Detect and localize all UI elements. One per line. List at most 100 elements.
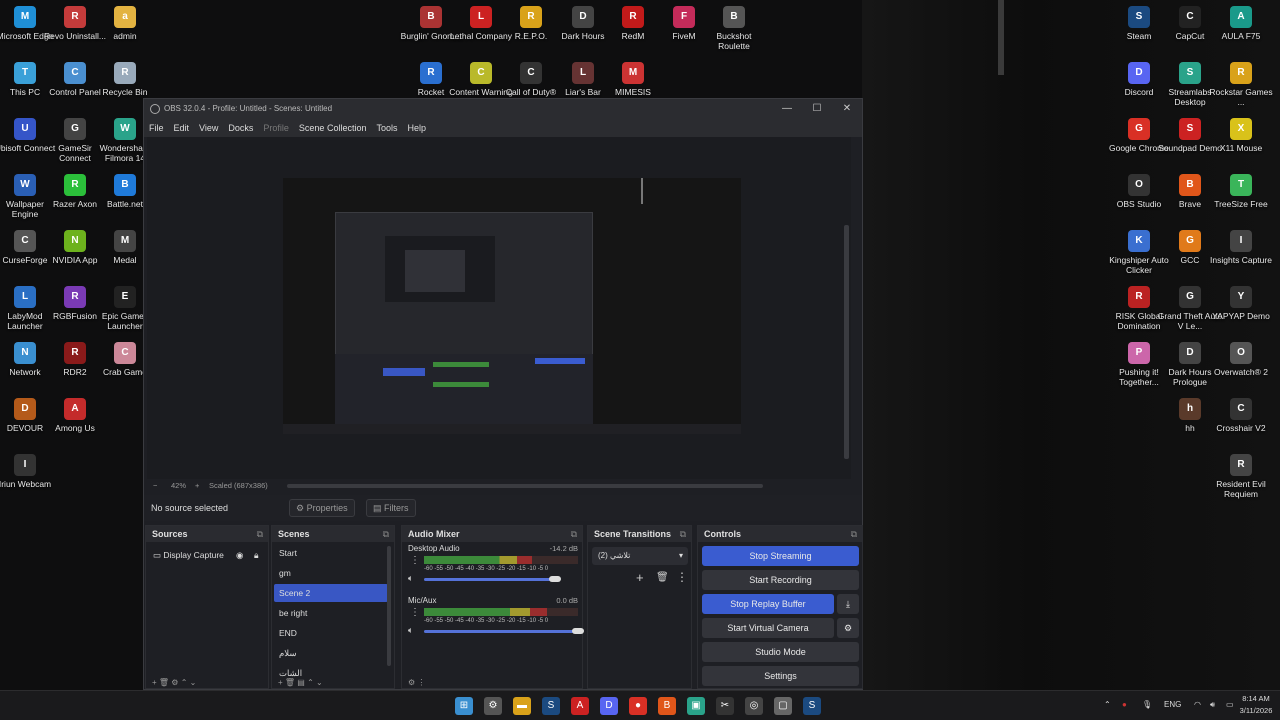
desktop-shortcut[interactable]: B Buckshot Roulette xyxy=(701,6,767,51)
chrome-icon[interactable]: ● xyxy=(629,697,647,715)
scene-item[interactable]: be right xyxy=(274,604,388,622)
menu-edit[interactable]: Edit xyxy=(169,119,195,137)
desktop-shortcut[interactable]: A AULA F75 xyxy=(1208,6,1274,41)
menu-scene-collection[interactable]: Scene Collection xyxy=(294,119,372,137)
microphone-icon[interactable]: 🎙︎ xyxy=(1142,700,1152,709)
virtual-camera-settings-icon[interactable]: ⚙ xyxy=(837,618,859,638)
add-source-icon[interactable]: + xyxy=(152,678,157,687)
preview-scrollbar-horizontal[interactable] xyxy=(287,484,763,488)
source-settings-icon[interactable]: ⚙ xyxy=(171,678,178,687)
zoom-in-button[interactable]: + xyxy=(195,479,199,493)
add-scene-icon[interactable]: + xyxy=(278,678,283,687)
scene-item[interactable]: Scene 2 xyxy=(274,584,388,602)
dock-popout-icon[interactable]: ⧉ xyxy=(571,526,577,542)
capcut-icon[interactable]: ✂ xyxy=(716,697,734,715)
minimize-button[interactable]: — xyxy=(772,99,802,119)
preview-canvas[interactable] xyxy=(283,178,741,434)
channel-menu-icon[interactable]: ⋮ xyxy=(410,555,420,566)
speaker-icon[interactable]: 🔈︎ xyxy=(408,625,413,636)
menu-help[interactable]: Help xyxy=(402,119,431,137)
app2-icon[interactable]: ▢ xyxy=(774,697,792,715)
volume-slider[interactable] xyxy=(424,578,555,581)
file-explorer-icon[interactable]: ▬ xyxy=(513,697,531,715)
dock-popout-icon[interactable]: ⧉ xyxy=(257,526,263,542)
studio-mode-button[interactable]: Studio Mode xyxy=(702,642,859,662)
scenes-scrollbar[interactable] xyxy=(387,546,391,666)
desktop-shortcut[interactable]: C Crosshair V2 xyxy=(1208,398,1274,433)
volume-icon[interactable]: 🔊︎ xyxy=(1210,700,1215,710)
desktop-shortcut[interactable]: O Overwatch® 2 xyxy=(1208,342,1274,377)
volume-slider-handle[interactable] xyxy=(572,628,584,634)
battery-icon[interactable]: ▭ xyxy=(1226,700,1234,709)
transition-select[interactable]: تلاشي (2) ▾ xyxy=(592,547,688,565)
tray-app-icon[interactable]: ● xyxy=(1122,700,1127,709)
desktop-shortcut[interactable]: T TreeSize Free xyxy=(1208,174,1274,209)
windows-start-icon[interactable]: ⊞ xyxy=(455,697,473,715)
menu-file[interactable]: File xyxy=(144,119,169,137)
scene-item[interactable]: END xyxy=(274,624,388,642)
clock-time[interactable]: 8:14 AM xyxy=(1236,694,1276,703)
channel-menu-icon[interactable]: ⋮ xyxy=(410,607,420,618)
filters-button[interactable]: ▤ Filters xyxy=(366,499,416,517)
scene-item[interactable]: سلام xyxy=(274,644,388,662)
start-virtual-camera-button[interactable]: Start Virtual Camera xyxy=(702,618,834,638)
move-down-icon[interactable]: ⌄ xyxy=(190,678,197,687)
mixer-settings-icon[interactable]: ⚙ xyxy=(408,678,415,687)
acrobat-icon[interactable]: A xyxy=(571,697,589,715)
close-button[interactable]: ✕ xyxy=(832,99,862,119)
scene-item[interactable]: Start xyxy=(274,544,388,562)
brave-icon[interactable]: B xyxy=(658,697,676,715)
desktop-shortcut[interactable]: A Among Us xyxy=(42,398,108,433)
app-icon[interactable]: ▣ xyxy=(687,697,705,715)
wifi-icon[interactable]: ◠ xyxy=(1194,700,1201,709)
dock-popout-icon[interactable]: ⧉ xyxy=(851,526,857,542)
source-item[interactable]: ▭ Display Capture ◉ 🔒︎ xyxy=(148,546,266,564)
desktop-shortcut[interactable]: a admin xyxy=(92,6,158,41)
menu-docks[interactable]: Docks xyxy=(223,119,258,137)
remove-transition-icon[interactable]: 🗑︎ xyxy=(656,572,669,583)
settings-button[interactable]: Settings xyxy=(702,666,859,686)
chevron-up-icon[interactable]: ⌃ xyxy=(1104,700,1111,709)
desktop-shortcut[interactable]: M MIMESIS xyxy=(600,62,666,97)
volume-slider[interactable] xyxy=(424,630,578,633)
language-indicator[interactable]: ENG xyxy=(1164,700,1181,709)
eye-icon[interactable]: ◉ xyxy=(236,546,243,564)
transition-menu-icon[interactable]: ⋮ xyxy=(676,570,688,584)
remove-source-icon[interactable]: 🗑︎ xyxy=(159,678,169,687)
move-down-icon[interactable]: ⌄ xyxy=(316,678,323,687)
volume-slider-handle[interactable] xyxy=(548,576,561,582)
add-transition-icon[interactable]: + xyxy=(636,570,644,585)
desktop-shortcut[interactable]: R Resident Evil Requiem xyxy=(1208,454,1274,499)
save-replay-icon[interactable]: ⤓ xyxy=(837,594,859,614)
properties-button[interactable]: ⚙ Properties xyxy=(289,499,355,517)
move-up-icon[interactable]: ⌃ xyxy=(307,678,314,687)
menu-profile[interactable]: Profile xyxy=(258,119,294,137)
desktop-shortcut[interactable]: R Rockstar Games ... xyxy=(1208,62,1274,107)
speaker-icon[interactable]: 🔈︎ xyxy=(408,573,413,584)
preview-scrollbar-vertical[interactable] xyxy=(844,225,849,459)
scene-filter-icon[interactable]: ▤ xyxy=(297,678,305,687)
stop-streaming-button[interactable]: Stop Streaming xyxy=(702,546,859,566)
remove-scene-icon[interactable]: 🗑︎ xyxy=(285,678,295,687)
desktop-shortcut[interactable]: X X11 Mouse xyxy=(1208,118,1274,153)
start-recording-button[interactable]: Start Recording xyxy=(702,570,859,590)
steam-icon[interactable]: S xyxy=(803,697,821,715)
discord-icon[interactable]: D xyxy=(600,697,618,715)
mixer-menu-icon[interactable]: ⋮ xyxy=(417,678,425,687)
desktop-shortcut[interactable]: R Recycle Bin xyxy=(92,62,158,97)
stop-replay-buffer-button[interactable]: Stop Replay Buffer xyxy=(702,594,834,614)
maximize-button[interactable]: ☐ xyxy=(802,99,832,119)
desktop-shortcut[interactable]: I Insights Capture xyxy=(1208,230,1274,265)
menu-tools[interactable]: Tools xyxy=(371,119,402,137)
desktop-shortcut[interactable]: Y YAPYAP Demo xyxy=(1208,286,1274,321)
zoom-out-button[interactable]: − xyxy=(153,479,157,493)
settings-icon[interactable]: ⚙ xyxy=(484,697,502,715)
dock-popout-icon[interactable]: ⧉ xyxy=(383,526,389,542)
obs-icon[interactable]: ◎ xyxy=(745,697,763,715)
clock-date[interactable]: 3/11/2026 xyxy=(1234,706,1278,715)
steam-icon[interactable]: S xyxy=(542,697,560,715)
menu-view[interactable]: View xyxy=(194,119,223,137)
lock-icon[interactable]: 🔒︎ xyxy=(254,546,259,564)
desktop-shortcut[interactable]: I Iriun Webcam xyxy=(0,454,58,489)
scene-item[interactable]: gm xyxy=(274,564,388,582)
